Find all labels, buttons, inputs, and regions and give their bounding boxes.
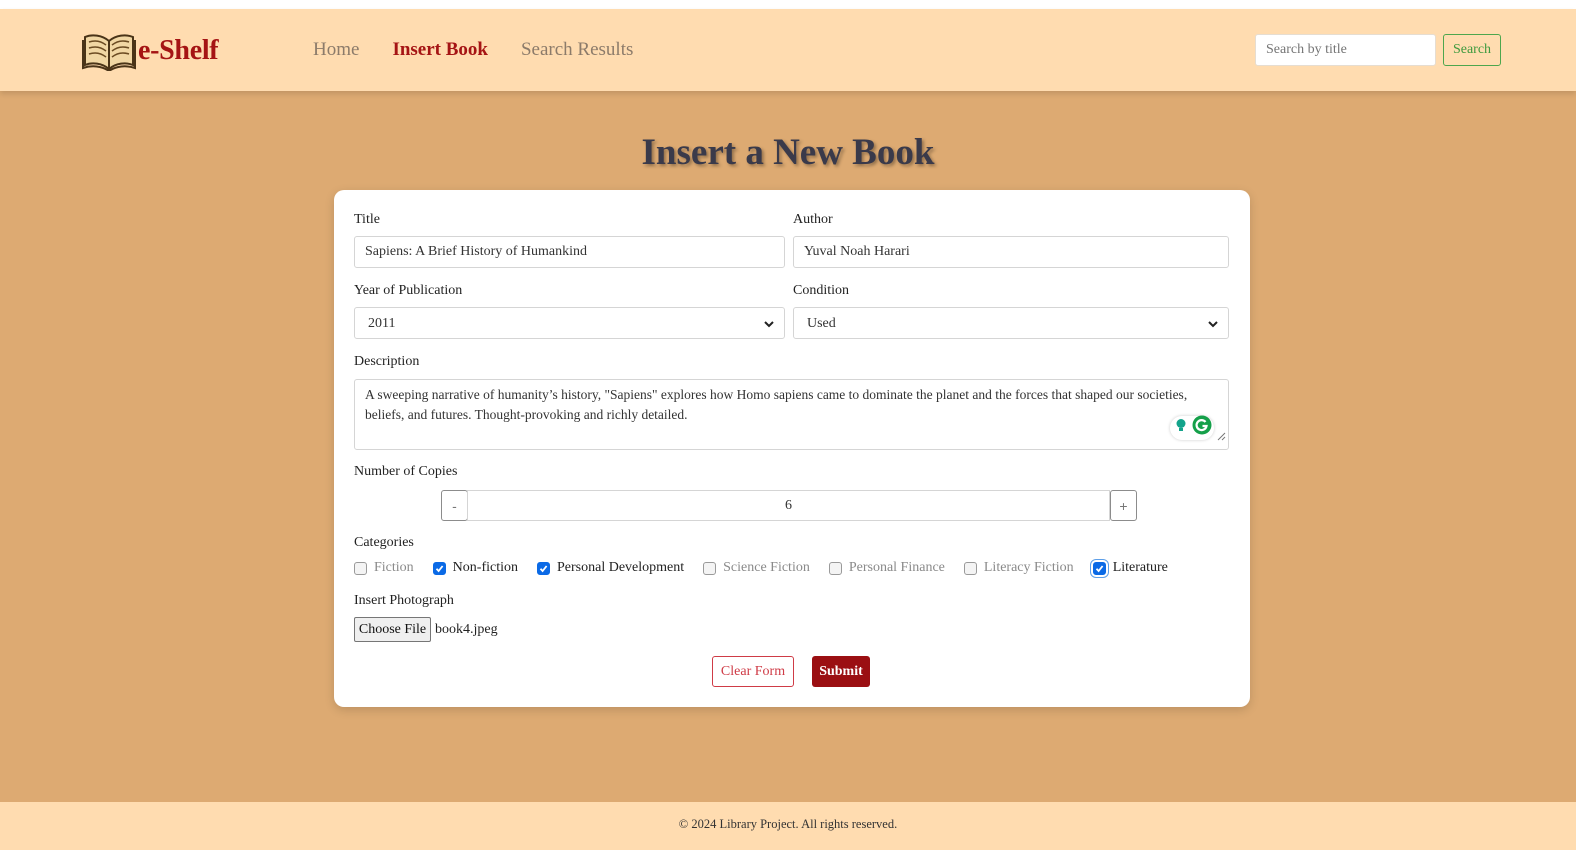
category-label: Fiction — [374, 560, 414, 575]
checkbox-checked[interactable] — [537, 561, 550, 575]
category-label: Literature — [1112, 560, 1168, 575]
copies-label: Number of Copies — [354, 464, 458, 479]
page-title: Insert a New Book — [641, 132, 935, 173]
condition-select-value: Used — [807, 316, 836, 331]
description-label: Description — [354, 354, 420, 369]
checkbox[interactable] — [963, 561, 977, 575]
top-strip — [0, 0, 1576, 9]
category-non-fiction[interactable]: Non-fiction — [432, 560, 518, 576]
clear-form-button[interactable]: Clear Form — [712, 656, 794, 687]
category-label: Non-fiction — [452, 560, 518, 575]
categories-group: Fiction Non-fiction Personal Development… — [354, 560, 1187, 576]
category-label: Literacy Fiction — [983, 560, 1074, 575]
category-literacy-fiction[interactable]: Literacy Fiction — [963, 560, 1074, 576]
checkbox[interactable] — [703, 561, 717, 575]
author-field[interactable] — [793, 236, 1229, 268]
main-nav: Home Insert Book Search Results — [313, 39, 666, 61]
brand-name: e-Shelf — [138, 35, 219, 66]
resize-grip-icon[interactable] — [1217, 427, 1226, 447]
year-select-value: 2011 — [368, 316, 396, 331]
category-personal-development[interactable]: Personal Development — [537, 560, 684, 576]
category-label: Science Fiction — [723, 560, 810, 575]
checkbox-checked[interactable] — [432, 561, 446, 575]
decrement-copies-button[interactable]: - — [441, 490, 468, 521]
checkmark-icon — [1095, 564, 1103, 572]
condition-select[interactable]: Used — [793, 307, 1229, 339]
grammarly-icon[interactable] — [1192, 415, 1212, 441]
navbar: e-Shelf Home Insert Book Search Results … — [0, 9, 1576, 91]
choose-file-button[interactable]: Choose File — [354, 617, 431, 642]
category-science-fiction[interactable]: Science Fiction — [703, 560, 810, 576]
checkbox[interactable] — [354, 561, 367, 575]
category-label: Personal Development — [557, 560, 685, 575]
checkmark-icon — [539, 564, 548, 572]
selected-file-name: book4.jpeg — [435, 622, 498, 637]
chevron-down-icon — [1207, 317, 1219, 335]
category-fiction[interactable]: Fiction — [354, 560, 414, 576]
footer-copyright: © 2024 Library Project. All rights reser… — [678, 817, 898, 831]
category-label: Personal Finance — [848, 560, 945, 575]
photo-label: Insert Photograph — [354, 593, 454, 608]
year-label: Year of Publication — [354, 283, 463, 298]
lightbulb-icon[interactable] — [1172, 416, 1190, 440]
grammarly-widget[interactable] — [1170, 415, 1214, 441]
increment-copies-button[interactable]: + — [1110, 490, 1137, 521]
main-content: Insert a New Book Title Author Year of P… — [0, 91, 1576, 802]
description-textarea[interactable]: A sweeping narrative of humanity’s histo… — [354, 379, 1229, 450]
condition-label: Condition — [793, 283, 850, 298]
checkmark-icon — [435, 564, 443, 572]
title-field[interactable] — [354, 236, 785, 268]
nav-home[interactable]: Home — [313, 39, 359, 61]
year-select[interactable]: 2011 — [354, 307, 785, 339]
categories-label: Categories — [354, 535, 414, 550]
submit-button[interactable]: Submit — [812, 656, 870, 687]
title-label: Title — [354, 212, 380, 227]
copies-stepper[interactable]: 6 — [467, 490, 1110, 521]
checkbox-checked[interactable] — [1092, 561, 1106, 575]
brand-logo[interactable]: e-Shelf — [82, 31, 219, 71]
checkbox[interactable] — [828, 561, 842, 575]
nav-insert-book[interactable]: Insert Book — [392, 39, 488, 61]
search-input[interactable] — [1255, 34, 1436, 66]
author-label: Author — [793, 212, 833, 227]
category-literature[interactable]: Literature — [1092, 560, 1168, 576]
insert-book-form: Title Author Year of Publication 2011 Co… — [334, 190, 1250, 707]
chevron-down-icon — [763, 317, 775, 335]
footer: © 2024 Library Project. All rights reser… — [0, 802, 1576, 850]
open-book-icon — [82, 31, 136, 71]
category-personal-finance[interactable]: Personal Finance — [828, 560, 945, 576]
nav-search-results[interactable]: Search Results — [521, 39, 633, 61]
description-text: A sweeping narrative of humanity’s histo… — [365, 387, 1188, 422]
search-button[interactable]: Search — [1443, 34, 1501, 66]
